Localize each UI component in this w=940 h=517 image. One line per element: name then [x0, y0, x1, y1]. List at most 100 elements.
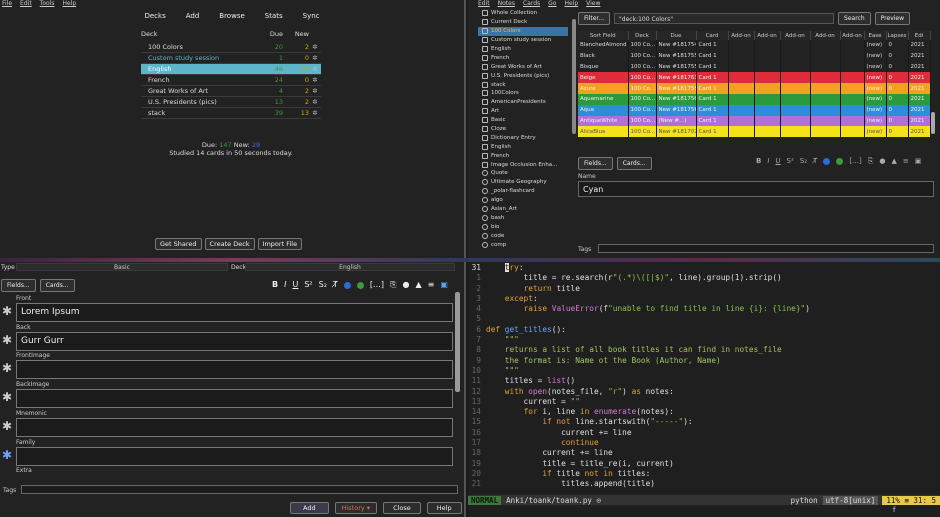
column-header[interactable]: Add-on	[728, 31, 755, 40]
toolbar-decks[interactable]: Decks	[144, 12, 165, 20]
table-row[interactable]: BlanchedAlmond100 Co...New #1817549Card …	[578, 40, 931, 51]
menu-file[interactable]: File	[2, 0, 12, 9]
fields-button[interactable]: Fields...	[578, 157, 613, 170]
menu-notes[interactable]: Notes	[498, 0, 515, 9]
italic-icon[interactable]: I	[284, 280, 286, 290]
gear-icon[interactable]: ✲	[309, 87, 321, 95]
table-row[interactable]: Aquamarine100 Co...New #1817569Card 1 (ne…	[578, 93, 931, 105]
sticky-pin-icon[interactable]: ✱	[2, 448, 12, 462]
cloze-icon[interactable]: […]	[849, 157, 861, 166]
sidebar-item[interactable]: Quote	[478, 169, 568, 178]
deck-name[interactable]: French	[141, 76, 253, 84]
sidebar-item[interactable]: AmericanPresidents	[478, 98, 568, 107]
cards-button[interactable]: Cards...	[39, 279, 75, 292]
sidebar-item[interactable]: comp	[478, 240, 568, 249]
sidebar-item[interactable]: English	[478, 142, 568, 151]
sidebar-item[interactable]: _polar-flashcard	[478, 187, 568, 196]
fields-button[interactable]: Fields...	[1, 279, 36, 292]
table-row[interactable]: AliceBlue100 Co...New #1817025Card 1 (new…	[578, 126, 931, 138]
table-row[interactable]: Beige100 Co...New #1817639Card 1 (new)020…	[578, 72, 931, 84]
deck-row[interactable]: English 46 10 ✲	[141, 64, 321, 75]
superscript-icon[interactable]: S²	[787, 157, 794, 166]
deck-name[interactable]: English	[141, 65, 253, 73]
menu-go[interactable]: Go	[548, 0, 556, 9]
html-icon[interactable]: ≡	[428, 280, 435, 290]
field-input[interactable]	[16, 417, 453, 437]
gear-icon[interactable]: ✲	[309, 98, 321, 106]
field-input[interactable]: Lorem Ipsum	[16, 303, 453, 322]
table-row[interactable]: Black100 Co...New #1817550Card 1 (new)020…	[578, 50, 931, 62]
gear-icon[interactable]: ✲	[309, 54, 321, 62]
menu-edit[interactable]: Edit	[478, 0, 490, 9]
field-input[interactable]: Gurr Gurr	[16, 331, 453, 351]
table-row[interactable]: Azure100 Co...New #1817552Card 1 (new)020…	[578, 83, 931, 94]
sidebar-item[interactable]: U.S. Presidents (pics)	[478, 71, 568, 80]
deck-row[interactable]: Custom study session 1 0 ✲	[141, 53, 321, 64]
italic-icon[interactable]: I	[767, 157, 769, 166]
toolbar-browse[interactable]: Browse	[219, 12, 245, 20]
formula-icon[interactable]: ▲	[892, 157, 897, 166]
attach-icon[interactable]: ⎘	[868, 157, 874, 166]
sidebar-item[interactable]: code	[478, 231, 568, 240]
name-field[interactable]: Cyan	[578, 181, 934, 197]
gear-icon[interactable]: ✲	[309, 43, 321, 51]
deck-name[interactable]: 100 Colors	[141, 43, 253, 51]
clear-format-icon[interactable]: T̸	[333, 280, 338, 290]
sticky-pin-icon[interactable]: ✱	[2, 390, 12, 404]
bold-icon[interactable]: B	[272, 280, 278, 290]
text-color-icon[interactable]	[823, 158, 831, 165]
sidebar-item[interactable]: Cloze	[478, 125, 568, 134]
text-color-icon[interactable]	[343, 282, 351, 289]
table-row[interactable]: AntiqueWhite 100 Co... (New #...) Card 1 (ne…	[578, 115, 931, 127]
sidebar-item[interactable]: bash	[478, 213, 568, 222]
html-icon[interactable]: ≡	[903, 157, 909, 166]
column-header[interactable]: Ease	[864, 31, 887, 40]
menu-help[interactable]: Help	[564, 0, 578, 9]
code-buffer[interactable]: 31 try: 1 title = re.search(r"(.*)\([|$)"…	[468, 262, 940, 490]
sidebar-item[interactable]: Great Works of Art	[478, 62, 568, 71]
menu-cards[interactable]: Cards	[523, 0, 540, 9]
deck-name[interactable]: stack	[141, 109, 253, 117]
column-header[interactable]: Add-on	[754, 31, 781, 40]
search-input[interactable]: "deck:100 Colors"	[614, 13, 835, 24]
sidebar-item[interactable]: Custom study session	[478, 36, 568, 45]
sidebar-item[interactable]: Current Deck	[478, 18, 568, 27]
deck-row[interactable]: stack 39 13 ✲	[141, 108, 321, 119]
more-icon[interactable]: ▣	[915, 157, 922, 166]
column-header[interactable]: Add-on	[810, 31, 841, 40]
field-input[interactable]	[16, 389, 453, 409]
sidebar-item[interactable]: Whole Collection	[478, 9, 568, 18]
cards-button[interactable]: Cards...	[616, 157, 652, 170]
help-button[interactable]: Help	[426, 502, 462, 514]
sticky-pin-icon[interactable]: ✱	[2, 419, 12, 433]
superscript-icon[interactable]: S²	[304, 280, 312, 290]
toolbar-stats[interactable]: Stats	[265, 12, 283, 20]
add-button[interactable]: Add	[290, 502, 329, 514]
table-row[interactable]: Bisque100 Co...New #1817550Card 1 (new)02…	[578, 61, 931, 73]
sidebar-item[interactable]: 100 Colors	[478, 26, 568, 36]
deck-name[interactable]: Custom study session	[141, 54, 253, 62]
get-shared-button[interactable]: Get Shared	[155, 238, 202, 250]
deck-row[interactable]: 100 Colors 20 2 ✲	[141, 42, 321, 53]
menu-help[interactable]: Help	[62, 0, 76, 9]
gear-icon[interactable]: ✲	[309, 65, 321, 73]
history-button[interactable]: History ▾	[334, 502, 378, 514]
highlight-color-icon[interactable]	[356, 282, 364, 289]
sticky-pin-icon[interactable]: ✱	[2, 361, 12, 375]
table-scrollbar[interactable]	[931, 112, 935, 134]
deck-name[interactable]: U.S. Presidents (pics)	[141, 98, 253, 106]
highlight-color-icon[interactable]	[836, 158, 844, 165]
menu-edit[interactable]: Edit	[20, 0, 32, 9]
deck-name[interactable]: Great Works of Art	[141, 87, 253, 95]
sidebar-item[interactable]: Asian_Art	[478, 205, 568, 214]
menu-view[interactable]: View	[586, 0, 600, 9]
tags-input[interactable]	[21, 485, 458, 494]
sidebar-item[interactable]: Dictionary Entry	[478, 133, 568, 142]
import-file-button[interactable]: Import File	[257, 238, 303, 250]
underline-icon[interactable]: U	[775, 157, 780, 166]
sidebar-item[interactable]: French	[478, 53, 568, 62]
bold-icon[interactable]: B	[756, 157, 761, 166]
filter-button[interactable]: Filter...	[578, 12, 611, 25]
cloze-icon[interactable]: […]	[370, 280, 384, 290]
attach-icon[interactable]: ⎘	[390, 280, 396, 290]
